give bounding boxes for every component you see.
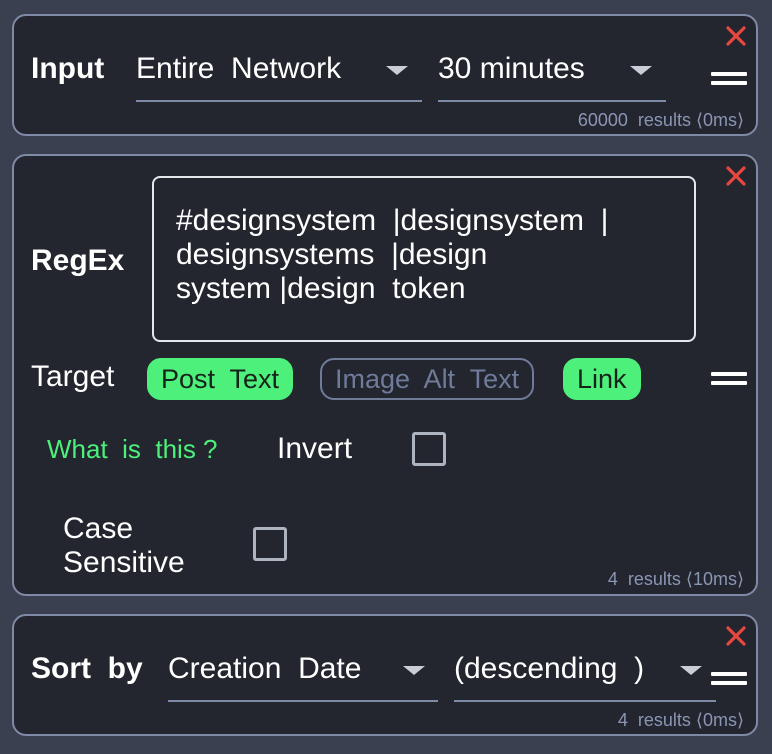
sort-order-value: (descending ) (454, 652, 645, 685)
chevron-down-icon (630, 66, 652, 75)
target-label: Target (31, 360, 115, 393)
scope-select-value: Entire Network (136, 52, 342, 85)
results-count: 60000 results ⟨0ms⟩ (577, 110, 744, 130)
close-icon[interactable] (724, 164, 748, 188)
close-icon[interactable] (724, 24, 748, 48)
regex-panel: RegEx #designsystem |designsystem | desi… (12, 154, 758, 596)
drag-handle-icon[interactable] (711, 372, 747, 390)
regex-label: RegEx (31, 244, 125, 277)
target-image-alt-text-chip[interactable]: Image Alt Text (320, 358, 535, 400)
chevron-down-icon (386, 66, 408, 75)
chevron-down-icon (680, 666, 702, 675)
input-label: Input (31, 52, 105, 85)
target-link-chip[interactable]: Link (563, 358, 641, 400)
drag-handle-icon[interactable] (711, 72, 747, 90)
drag-handle-icon[interactable] (711, 672, 747, 690)
results-count: 4 results ⟨0ms⟩ (617, 710, 744, 730)
case-sensitive-label: Case Sensitive (63, 512, 185, 579)
sort-panel: Sort by Creation Date (descending ) 4 re… (12, 614, 758, 736)
sort-field-select[interactable]: Creation Date (168, 650, 438, 702)
invert-label: Invert (277, 432, 353, 465)
invert-checkbox[interactable] (412, 432, 446, 466)
sort-field-value: Creation Date (168, 652, 362, 685)
target-post-text-chip[interactable]: Post Text (147, 358, 294, 400)
scope-select[interactable]: Entire Network (136, 50, 422, 102)
input-panel: Input Entire Network 30 minutes 60000 re… (12, 14, 758, 136)
sort-by-label: Sort by (31, 652, 143, 685)
time-window-select[interactable]: 30 minutes (438, 50, 666, 102)
case-sensitive-checkbox[interactable] (253, 527, 287, 561)
sort-order-select[interactable]: (descending ) (454, 650, 716, 702)
time-window-value: 30 minutes (438, 52, 585, 85)
help-link[interactable]: What is this ? (47, 434, 218, 465)
chevron-down-icon (403, 666, 425, 675)
regex-pattern-input[interactable]: #designsystem |designsystem | designsyst… (152, 176, 696, 342)
close-icon[interactable] (724, 624, 748, 648)
results-count: 4 results ⟨10ms⟩ (607, 569, 744, 589)
